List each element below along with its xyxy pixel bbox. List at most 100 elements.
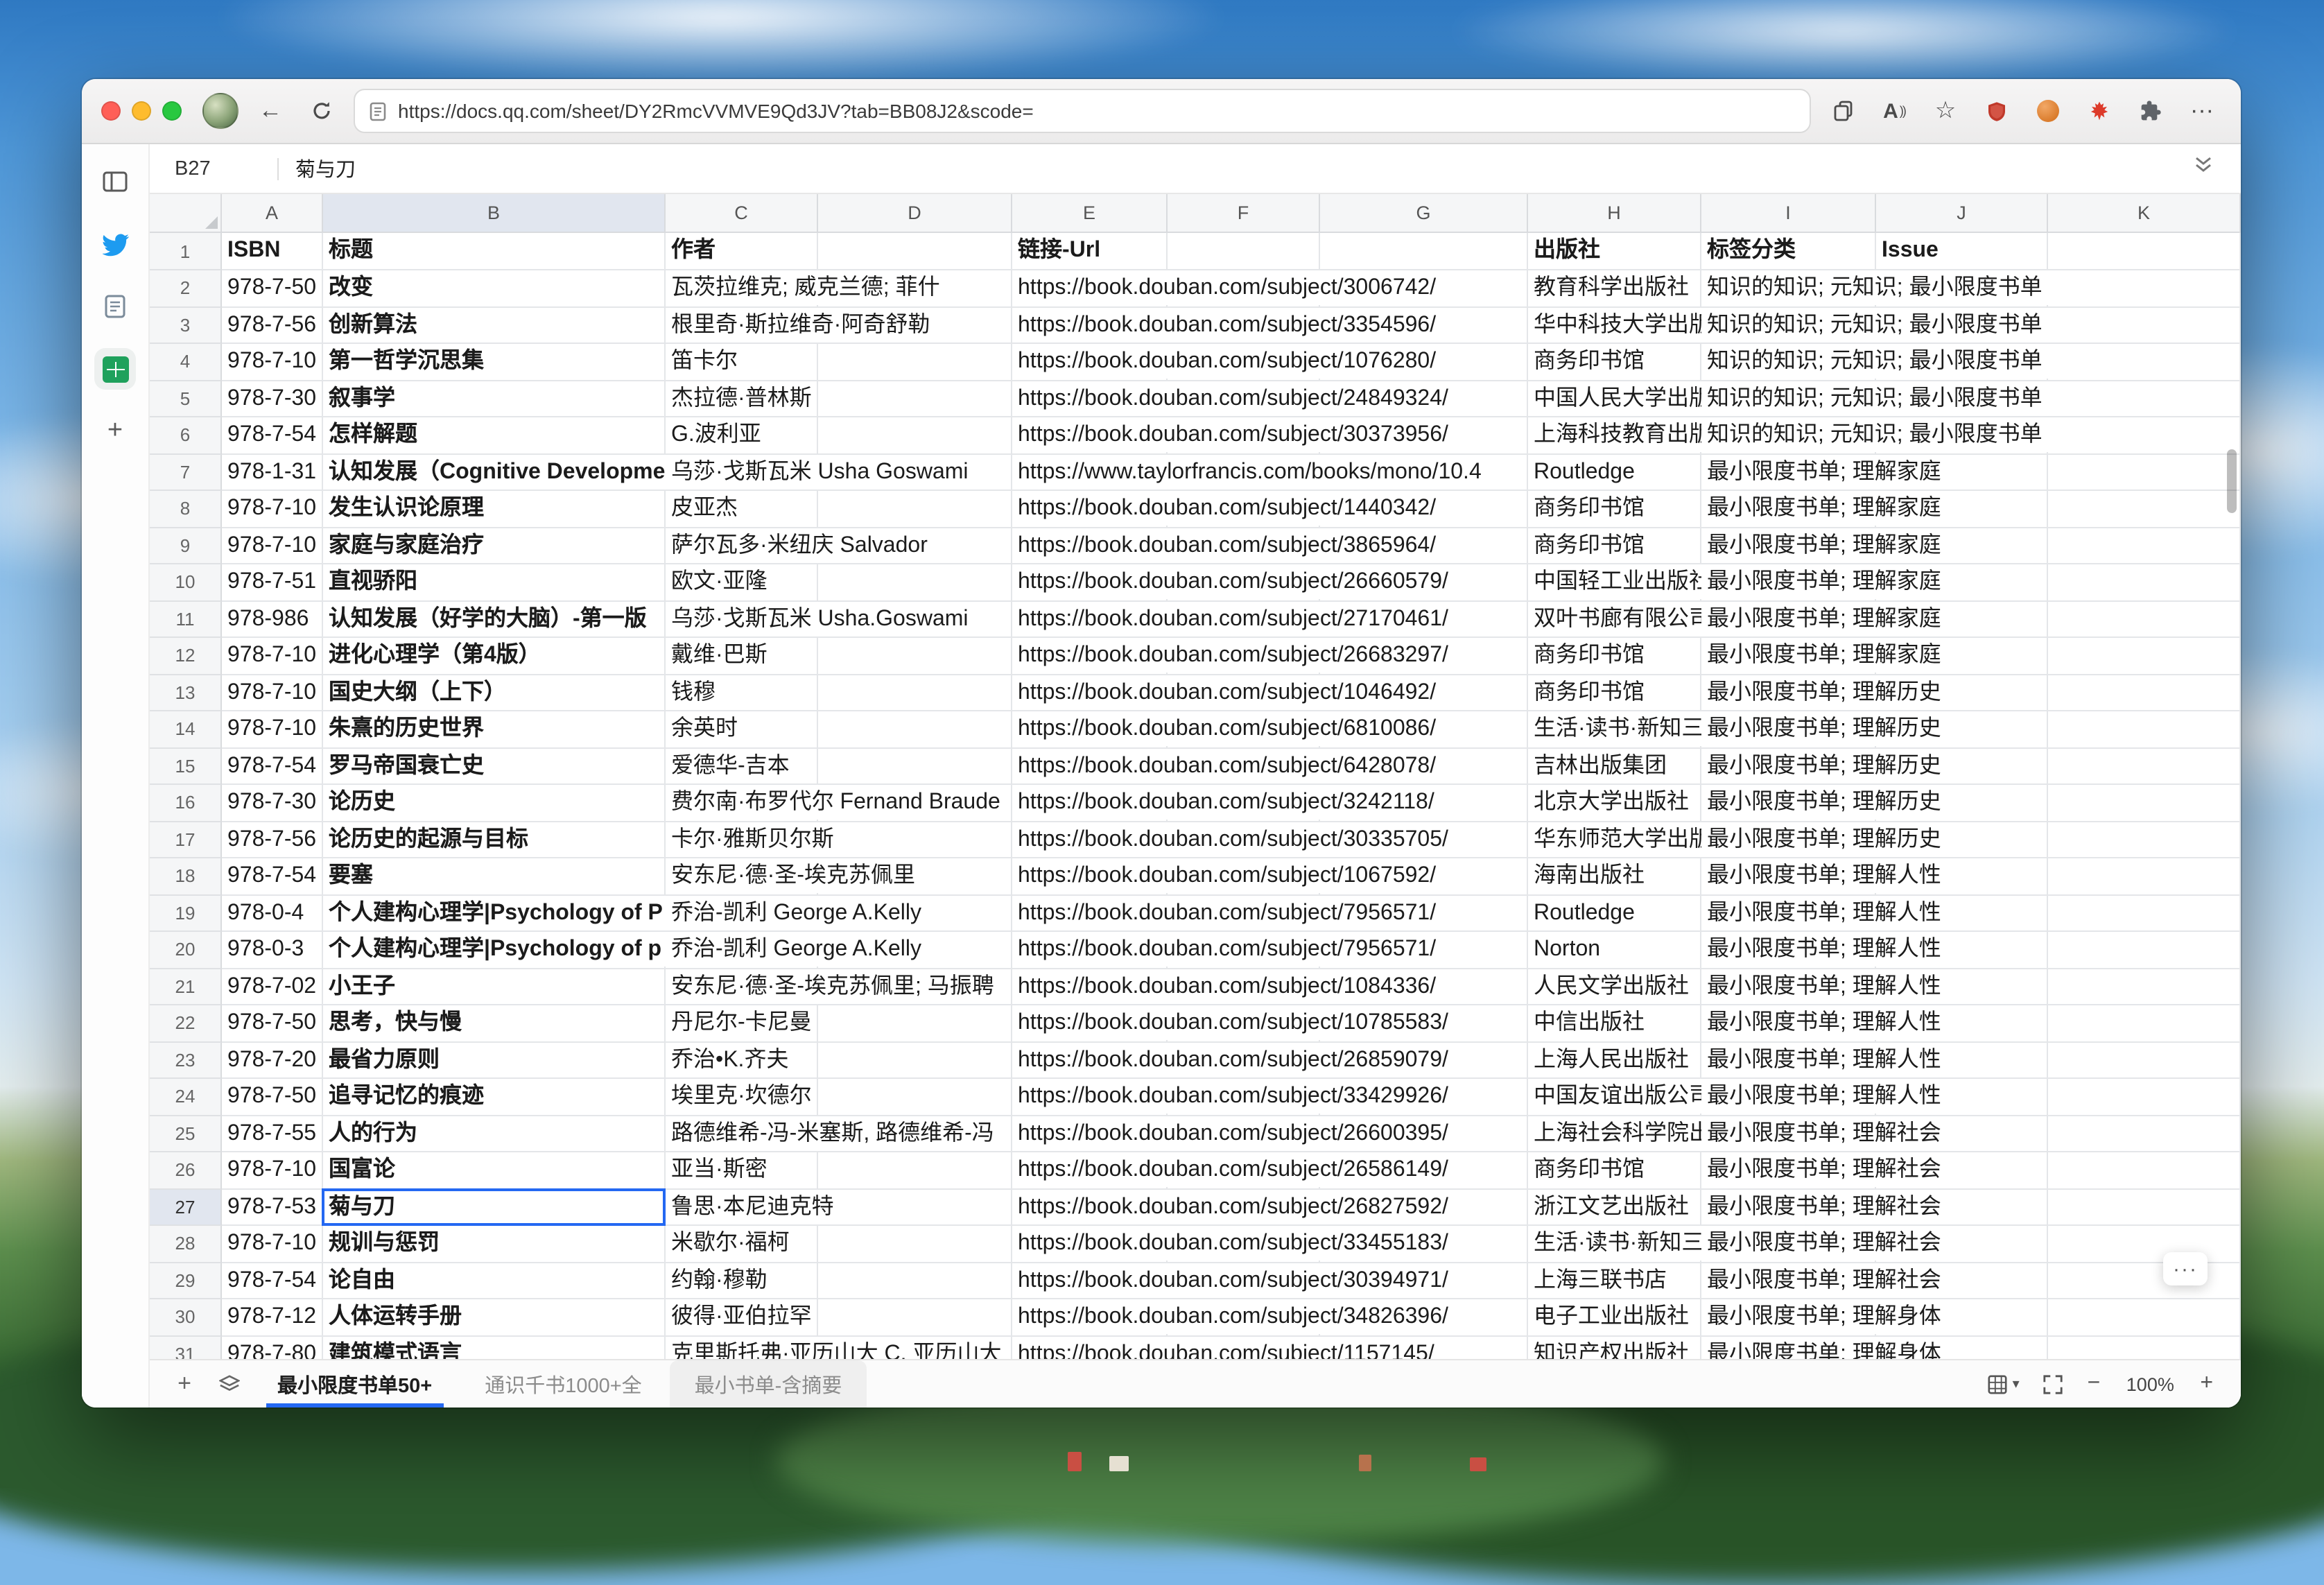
cell-empty[interactable]: [818, 381, 1012, 417]
cell-title[interactable]: 发生认识论原理: [323, 491, 666, 528]
cell-tags[interactable]: 最小限度书单; 理解人性: [1701, 1079, 1876, 1116]
cell-publisher[interactable]: 上海三联书店: [1528, 1263, 1701, 1299]
reload-button[interactable]: [302, 92, 341, 130]
cell-author[interactable]: 萨尔瓦多·米纽庆 Salvador: [666, 528, 818, 564]
cell-url[interactable]: https://book.douban.com/subject/26683297…: [1012, 638, 1168, 675]
cell-publisher[interactable]: 人民文学出版社: [1528, 969, 1701, 1005]
row-number[interactable]: 19: [150, 895, 222, 932]
cell-isbn[interactable]: 978-0-4: [222, 895, 323, 932]
cell-url[interactable]: https://book.douban.com/subject/26600395…: [1012, 1116, 1168, 1152]
cell-empty[interactable]: [2048, 711, 2241, 748]
cell-isbn[interactable]: 978-7-10: [222, 1226, 323, 1263]
cell-tags[interactable]: 最小限度书单; 理解人性: [1701, 969, 1876, 1005]
cell-empty[interactable]: [2048, 233, 2241, 270]
row-number[interactable]: 12: [150, 638, 222, 675]
column-header-c[interactable]: C: [666, 194, 818, 232]
cell-tags[interactable]: 最小限度书单; 理解历史: [1701, 748, 1876, 785]
cell-header-publisher[interactable]: 出版社: [1528, 233, 1701, 270]
cell-tags[interactable]: 最小限度书单; 理解家庭: [1701, 564, 1876, 601]
cell-isbn[interactable]: 978-7-51: [222, 564, 323, 601]
cell-empty[interactable]: [818, 417, 1012, 454]
cell-empty[interactable]: [2048, 822, 2241, 858]
cell-url[interactable]: https://book.douban.com/subject/33429926…: [1012, 1079, 1168, 1116]
row-number[interactable]: 15: [150, 748, 222, 785]
row-number[interactable]: 14: [150, 711, 222, 748]
cell-tags[interactable]: 最小限度书单; 理解家庭: [1701, 491, 1876, 528]
column-header-j[interactable]: J: [1876, 194, 2048, 232]
row-number[interactable]: 9: [150, 528, 222, 564]
sidebar-toggle-icon[interactable]: [94, 161, 136, 202]
cell-title[interactable]: 直视骄阳: [323, 564, 666, 601]
cell-isbn[interactable]: 978-7-54: [222, 1263, 323, 1299]
row-number[interactable]: 27: [150, 1189, 222, 1226]
cell-empty[interactable]: [2048, 564, 2241, 601]
read-aloud-icon[interactable]: A)): [1875, 92, 1914, 130]
cell-title[interactable]: 最省力原则: [323, 1042, 666, 1079]
cell-title[interactable]: 思考，快与慢: [323, 1005, 666, 1042]
cell-isbn[interactable]: 978-7-50: [222, 270, 323, 307]
row-number[interactable]: 6: [150, 417, 222, 454]
row-number[interactable]: 17: [150, 822, 222, 858]
cell-isbn[interactable]: 978-986: [222, 601, 323, 638]
cell-publisher[interactable]: 知识产权出版社: [1528, 1336, 1701, 1359]
cell-publisher[interactable]: 中国友谊出版公司: [1528, 1079, 1701, 1116]
cell-author[interactable]: 彼得·亚伯拉罕: [666, 1299, 818, 1336]
cell-title[interactable]: 建筑模式语言: [323, 1336, 666, 1359]
cell-url[interactable]: https://book.douban.com/subject/10785583…: [1012, 1005, 1168, 1042]
cell-publisher[interactable]: 华东师范大学出版社: [1528, 822, 1701, 858]
cell-tags[interactable]: 最小限度书单; 理解家庭: [1701, 454, 1876, 491]
tencent-docs-sheet-icon[interactable]: [94, 348, 136, 390]
cell-tags[interactable]: 知识的知识; 元知识; 最小限度书单: [1701, 381, 1876, 417]
cell-isbn[interactable]: 978-7-10: [222, 1152, 323, 1189]
cell-title[interactable]: 论历史的起源与目标: [323, 822, 666, 858]
page-info-icon[interactable]: [369, 101, 387, 121]
cell-publisher[interactable]: 生活·读书·新知三联书店: [1528, 1226, 1701, 1263]
cell-url[interactable]: https://book.douban.com/subject/7956571/: [1012, 932, 1168, 969]
cell-isbn[interactable]: 978-7-12: [222, 1299, 323, 1336]
cell-url[interactable]: https://book.douban.com/subject/1046492/: [1012, 675, 1168, 711]
cell-publisher[interactable]: 上海科技教育出版社: [1528, 417, 1701, 454]
cell-empty[interactable]: [818, 1152, 1012, 1189]
cell-title[interactable]: 家庭与家庭治疗: [323, 528, 666, 564]
fullscreen-icon[interactable]: [2043, 1374, 2064, 1394]
cell-publisher[interactable]: Norton: [1528, 932, 1701, 969]
cell-publisher[interactable]: 商务印书馆: [1528, 491, 1701, 528]
cell-publisher[interactable]: 海南出版社: [1528, 858, 1701, 895]
row-number[interactable]: 22: [150, 1005, 222, 1042]
cell-publisher[interactable]: 中信出版社: [1528, 1005, 1701, 1042]
cell-author[interactable]: 皮亚杰: [666, 491, 818, 528]
collapse-toolbar-icon[interactable]: [2194, 154, 2213, 176]
cell-publisher[interactable]: 电子工业出版社: [1528, 1299, 1701, 1336]
cell-empty[interactable]: [818, 564, 1012, 601]
cell-author[interactable]: 安东尼·德·圣-埃克苏佩里: [666, 858, 818, 895]
cell-author[interactable]: 乌莎·戈斯瓦米 Usha.Goswami: [666, 601, 818, 638]
cell-tags[interactable]: 最小限度书单; 理解家庭: [1701, 601, 1876, 638]
cell-tags[interactable]: 最小限度书单; 理解历史: [1701, 711, 1876, 748]
cell-title[interactable]: 第一哲学沉思集: [323, 344, 666, 381]
row-number[interactable]: 23: [150, 1042, 222, 1079]
cell-empty[interactable]: [2048, 858, 2241, 895]
cell-author[interactable]: 乔治-凯利 George A.Kelly: [666, 932, 818, 969]
cell-publisher[interactable]: 商务印书馆: [1528, 528, 1701, 564]
cell-tags[interactable]: 知识的知识; 元知识; 最小限度书单: [1701, 417, 1876, 454]
cell-empty[interactable]: [2048, 895, 2241, 932]
cell-tags[interactable]: 最小限度书单; 理解历史: [1701, 675, 1876, 711]
column-header-k[interactable]: K: [2048, 194, 2241, 232]
address-bar[interactable]: https://docs.qq.com/sheet/DY2RmcVVMVE9Qd…: [354, 89, 1811, 133]
cell-url[interactable]: https://www.taylorfrancis.com/books/mono…: [1012, 454, 1168, 491]
cell-empty[interactable]: [2048, 1226, 2241, 1263]
cell-empty[interactable]: [2048, 1005, 2241, 1042]
column-header-i[interactable]: I: [1701, 194, 1876, 232]
cell-empty[interactable]: [2048, 638, 2241, 675]
close-window-button[interactable]: [101, 101, 121, 121]
cell-publisher[interactable]: 商务印书馆: [1528, 344, 1701, 381]
cell-url[interactable]: https://book.douban.com/subject/1076280/: [1012, 344, 1168, 381]
cell-tags[interactable]: 最小限度书单; 理解身体: [1701, 1336, 1876, 1359]
cell-isbn[interactable]: 978-7-50: [222, 1079, 323, 1116]
zoom-out-button[interactable]: −: [2088, 1371, 2101, 1396]
column-header-f[interactable]: F: [1168, 194, 1320, 232]
row-number[interactable]: 16: [150, 785, 222, 822]
cell-publisher[interactable]: 商务印书馆: [1528, 1152, 1701, 1189]
cell-empty[interactable]: [818, 822, 1012, 858]
row-number[interactable]: 26: [150, 1152, 222, 1189]
